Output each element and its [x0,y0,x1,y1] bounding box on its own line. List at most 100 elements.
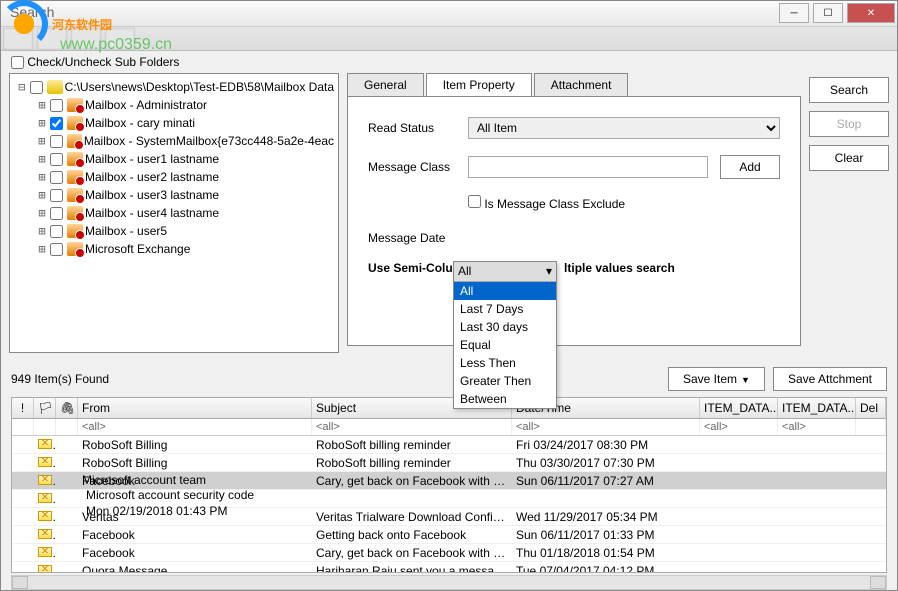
expand-icon[interactable]: ⊞ [36,116,48,130]
tab-general[interactable]: General [347,73,424,97]
expand-icon[interactable]: ⊞ [36,152,48,166]
cell-from: Veritas [78,509,312,525]
tree-mailbox-item[interactable]: ⊞Mailbox - user4 lastname [14,204,334,222]
save-attachment-button[interactable]: Save Attchment [773,367,887,391]
col-itemdata2[interactable]: ITEM_DATA... [778,398,856,418]
table-row[interactable]: FacebookGetting back onto FacebookSun 06… [12,526,886,544]
toolbar-button[interactable] [3,28,33,50]
exclude-checkbox[interactable] [468,195,481,208]
col-delete[interactable]: Del [856,398,886,418]
app-window: ─ ☐ ✕ Search 河东软件园 www.pc0359.cn Check/U… [0,0,898,591]
cell-subject: RoboSoft billing reminder [312,437,512,453]
cell-subject: RoboSoft billing reminder [312,455,512,471]
results-grid: ! 🏳 🖇 From Subject Date/Time ITEM_DATA..… [11,397,887,573]
maximize-button[interactable]: ☐ [813,3,843,23]
mail-icon [34,473,56,489]
dropdown-option[interactable]: Less Then [454,354,556,372]
tree-mailbox-item[interactable]: ⊞Mailbox - SystemMailbox{e73cc448-5a2e-4… [14,132,334,150]
tree-mailbox-item[interactable]: ⊞Mailbox - user3 lastname [14,186,334,204]
tree-mailbox-item[interactable]: ⊞Mailbox - Administrator [14,96,334,114]
search-button[interactable]: Search [809,77,889,103]
mailbox-icon [67,188,83,202]
dropdown-option[interactable]: All [454,282,556,300]
filter-from[interactable]: <all> [78,419,312,435]
toolbar [1,27,897,51]
collapse-icon[interactable]: ⊟ [16,80,28,94]
cell-from: Facebook [78,545,312,561]
mail-icon [34,491,56,507]
tab-item-property[interactable]: Item Property [426,73,532,97]
dropdown-selected[interactable]: All ▾ [454,262,556,282]
stop-button[interactable]: Stop [809,111,889,137]
save-item-button[interactable]: Save Item▼ [668,367,765,391]
tree-item-checkbox[interactable] [50,171,63,184]
tree-item-checkbox[interactable] [50,189,63,202]
read-status-select[interactable]: All Item [468,117,780,139]
tree-item-checkbox[interactable] [50,243,63,256]
col-flag[interactable]: 🏳 [34,398,56,418]
expand-icon[interactable]: ⊞ [36,206,48,220]
dropdown-option[interactable]: Equal [454,336,556,354]
expand-icon[interactable]: ⊞ [36,188,48,202]
tab-attachment[interactable]: Attachment [534,73,629,97]
tree-mailbox-item[interactable]: ⊞Microsoft Exchange [14,240,334,258]
col-itemdata1[interactable]: ITEM_DATA... [700,398,778,418]
close-button[interactable]: ✕ [847,3,895,23]
read-status-label: Read Status [368,121,468,135]
table-row[interactable]: Quora MessageHariharan Raju sent you a m… [12,562,886,572]
add-button[interactable]: Add [720,155,780,179]
folder-tree[interactable]: ⊟ C:\Users\news\Desktop\Test-EDB\58\Mail… [9,73,339,353]
expand-icon[interactable]: ⊞ [36,242,48,256]
mailbox-icon [67,134,82,148]
tree-root-checkbox[interactable] [30,81,43,94]
table-row[interactable]: VeritasVeritas Trialware Download Confir… [12,508,886,526]
dropdown-option[interactable]: Between [454,390,556,408]
message-date-dropdown[interactable]: All ▾ AllLast 7 DaysLast 30 daysEqualLes… [453,261,557,409]
minimize-button[interactable]: ─ [779,3,809,23]
dropdown-option[interactable]: Last 30 days [454,318,556,336]
exclude-row: Is Message Class Exclude [368,195,780,211]
scroll-left-button[interactable] [12,576,28,589]
toolbar-button[interactable] [105,28,135,50]
grid-body[interactable]: RoboSoft BillingRoboSoft billing reminde… [12,436,886,572]
filter-subject[interactable]: <all> [312,419,512,435]
tree-root-label: C:\Users\news\Desktop\Test-EDB\58\Mailbo… [65,80,334,94]
scroll-right-button[interactable] [870,576,886,589]
check-subfolders-checkbox[interactable] [11,56,24,69]
horizontal-scrollbar[interactable] [11,575,887,590]
tree-item-checkbox[interactable] [50,135,63,148]
tree-item-checkbox[interactable] [50,153,63,166]
filter-datetime[interactable]: <all> [512,419,700,435]
expand-icon[interactable]: ⊞ [36,170,48,184]
table-row[interactable]: RoboSoft BillingRoboSoft billing reminde… [12,436,886,454]
col-importance[interactable]: ! [12,398,34,418]
toolbar-button[interactable] [71,28,101,50]
expand-icon[interactable]: ⊞ [36,134,48,148]
tree-item-checkbox[interactable] [50,99,63,112]
tree-mailbox-item[interactable]: ⊞Mailbox - user1 lastname [14,150,334,168]
tree-mailbox-item[interactable]: ⊞Mailbox - cary minati [14,114,334,132]
mail-icon [34,455,56,471]
tree-mailbox-item[interactable]: ⊞Mailbox - user2 lastname [14,168,334,186]
item-property-panel: Read Status All Item Message Class Add I… [347,96,801,346]
toolbar-button[interactable] [37,28,67,50]
tree-mailbox-item[interactable]: ⊞Mailbox - user5 [14,222,334,240]
col-from[interactable]: From [78,398,312,418]
tree-item-checkbox[interactable] [50,225,63,238]
table-row[interactable]: Microsoft account teamMicrosoft account … [12,490,886,508]
dropdown-option[interactable]: Greater Then [454,372,556,390]
message-class-input[interactable] [468,156,708,178]
expand-icon[interactable]: ⊞ [36,98,48,112]
tree-item-checkbox[interactable] [50,117,63,130]
tree-item-checkbox[interactable] [50,207,63,220]
grid-header: ! 🏳 🖇 From Subject Date/Time ITEM_DATA..… [12,398,886,419]
dropdown-option[interactable]: Last 7 Days [454,300,556,318]
table-row[interactable]: RoboSoft BillingRoboSoft billing reminde… [12,454,886,472]
filter-d1[interactable]: <all> [700,419,778,435]
table-row[interactable]: FacebookCary, get back on Facebook with … [12,544,886,562]
expand-icon[interactable]: ⊞ [36,224,48,238]
col-attachment[interactable]: 🖇 [56,398,78,418]
clear-button[interactable]: Clear [809,145,889,171]
tree-root[interactable]: ⊟ C:\Users\news\Desktop\Test-EDB\58\Mail… [14,78,334,96]
filter-d2[interactable]: <all> [778,419,856,435]
